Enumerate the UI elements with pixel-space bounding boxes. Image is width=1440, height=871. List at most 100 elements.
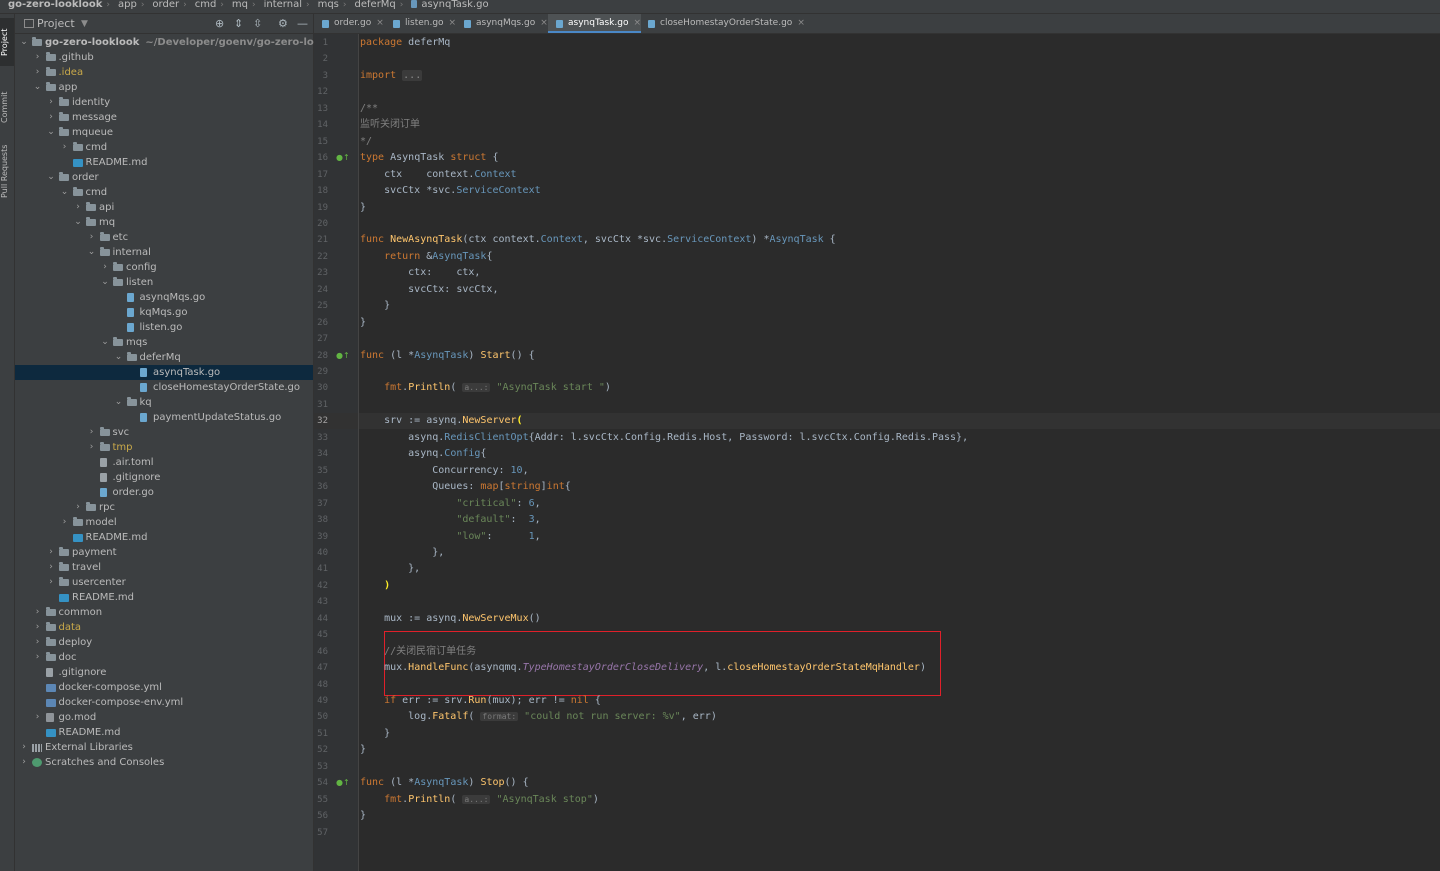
tree-folder[interactable]: › etc xyxy=(15,230,313,245)
implementation-marker-icon[interactable]: ●↑ xyxy=(336,153,350,162)
tree-file[interactable]: .air.toml xyxy=(15,455,313,470)
tree-folder[interactable]: ⌄ order xyxy=(15,170,313,185)
tree-file[interactable]: asynqTask.go xyxy=(15,365,313,380)
chevron-down-icon[interactable]: ⌄ xyxy=(46,170,56,185)
chevron-down-icon[interactable]: ⌄ xyxy=(114,350,124,365)
tree-folder[interactable]: ⌄ app xyxy=(15,80,313,95)
tree-folder[interactable]: ⌄ mqs xyxy=(15,335,313,350)
tree-folder[interactable]: › usercenter xyxy=(15,575,313,590)
chevron-right-icon[interactable]: › xyxy=(60,140,70,155)
chevron-right-icon[interactable]: › xyxy=(33,605,43,620)
tree-file[interactable]: listen.go xyxy=(15,320,313,335)
tree-file[interactable]: README.md xyxy=(15,155,313,170)
chevron-right-icon[interactable]: › xyxy=(73,500,83,515)
tree-file[interactable]: docker-compose-env.yml xyxy=(15,695,313,710)
chevron-down-icon[interactable]: ⌄ xyxy=(87,245,97,260)
tree-file[interactable]: .gitignore xyxy=(15,470,313,485)
breadcrumb-item[interactable]: cmd xyxy=(187,0,221,10)
locate-icon[interactable]: ⊕ xyxy=(215,14,224,33)
chevron-right-icon[interactable]: › xyxy=(87,425,97,440)
hide-panel-icon[interactable]: — xyxy=(297,14,308,33)
chevron-right-icon[interactable]: › xyxy=(33,620,43,635)
project-panel-title[interactable]: Project xyxy=(37,14,75,33)
tree-folder[interactable]: ⌄ cmd xyxy=(15,185,313,200)
breadcrumb-item[interactable]: order xyxy=(144,0,183,10)
implementation-marker-icon[interactable]: ●↑ xyxy=(336,351,350,360)
tree-folder[interactable]: ⌄ kq xyxy=(15,395,313,410)
tree-folder[interactable]: › cmd xyxy=(15,140,313,155)
tree-folder[interactable]: › deploy xyxy=(15,635,313,650)
editor-tab[interactable]: asynqTask.go × xyxy=(548,14,641,33)
tree-file[interactable]: docker-compose.yml xyxy=(15,680,313,695)
tree-file[interactable]: README.md xyxy=(15,530,313,545)
breadcrumb-item[interactable]: mqs xyxy=(310,0,343,10)
tree-folder[interactable]: › config xyxy=(15,260,313,275)
editor-tab[interactable]: closeHomestayOrderState.go × xyxy=(640,14,805,33)
chevron-right-icon[interactable]: › xyxy=(46,560,56,575)
project-tool-tab[interactable]: Project xyxy=(0,18,14,66)
tree-folder[interactable]: ⌄ mq xyxy=(15,215,313,230)
editor-tab[interactable]: listen.go × xyxy=(385,14,456,33)
chevron-right-icon[interactable]: › xyxy=(33,635,43,650)
tree-file[interactable]: README.md xyxy=(15,725,313,740)
chevron-right-icon[interactable]: › xyxy=(46,110,56,125)
collapse-all-icon[interactable]: ⇳ xyxy=(253,14,262,33)
tree-folder[interactable]: ⌄ mqueue xyxy=(15,125,313,140)
chevron-right-icon[interactable]: › xyxy=(46,545,56,560)
chevron-right-icon[interactable]: › xyxy=(46,95,56,110)
tree-file[interactable]: › Scratches and Consoles xyxy=(15,755,313,770)
tree-folder[interactable]: › travel xyxy=(15,560,313,575)
chevron-right-icon[interactable]: › xyxy=(87,230,97,245)
tree-file[interactable]: › go.mod xyxy=(15,710,313,725)
chevron-down-icon[interactable]: ⌄ xyxy=(33,80,43,95)
breadcrumb-item[interactable]: asynqTask.go xyxy=(403,0,492,10)
tree-folder[interactable]: › rpc xyxy=(15,500,313,515)
chevron-right-icon[interactable]: › xyxy=(33,65,43,80)
chevron-right-icon[interactable]: › xyxy=(33,710,43,725)
tree-folder[interactable]: › payment xyxy=(15,545,313,560)
editor-tab[interactable]: asynqMqs.go × xyxy=(456,14,548,33)
tree-folder[interactable]: › .idea xyxy=(15,65,313,80)
tree-file[interactable]: README.md xyxy=(15,590,313,605)
tree-folder[interactable]: › message xyxy=(15,110,313,125)
chevron-right-icon[interactable]: › xyxy=(60,515,70,530)
chevron-right-icon[interactable]: › xyxy=(100,260,110,275)
tree-folder[interactable]: › identity xyxy=(15,95,313,110)
pull-requests-tool-tab[interactable]: Pull Requests xyxy=(0,138,14,204)
close-icon[interactable]: × xyxy=(376,18,384,28)
chevron-right-icon[interactable]: › xyxy=(19,740,29,755)
chevron-down-icon[interactable]: ⌄ xyxy=(46,125,56,140)
tree-folder[interactable]: › common xyxy=(15,605,313,620)
gear-icon[interactable]: ⚙ xyxy=(278,14,288,33)
tree-folder[interactable]: › svc xyxy=(15,425,313,440)
tree-folder[interactable]: › model xyxy=(15,515,313,530)
chevron-down-icon[interactable]: ⌄ xyxy=(73,215,83,230)
tree-folder[interactable]: ⌄ listen xyxy=(15,275,313,290)
breadcrumb-item[interactable]: mq xyxy=(224,0,252,10)
tree-folder[interactable]: ⌄ go-zero-looklook ~/Developer/goenv/go-ze… xyxy=(15,35,351,50)
tree-folder[interactable]: › tmp xyxy=(15,440,313,455)
chevron-down-icon[interactable]: ⌄ xyxy=(114,395,124,410)
chevron-down-icon[interactable]: ⌄ xyxy=(19,35,29,50)
tree-file[interactable]: paymentUpdateStatus.go xyxy=(15,410,313,425)
expand-all-icon[interactable]: ⇕ xyxy=(234,14,243,33)
tree-file[interactable]: order.go xyxy=(15,485,313,500)
chevron-down-icon[interactable]: ⌄ xyxy=(100,275,110,290)
chevron-down-icon[interactable]: ⌄ xyxy=(60,185,70,200)
tree-folder[interactable]: ⌄ internal xyxy=(15,245,313,260)
chevron-right-icon[interactable]: › xyxy=(33,50,43,65)
close-icon[interactable]: × xyxy=(540,18,548,28)
breadcrumb-item[interactable]: internal xyxy=(256,0,306,10)
tree-folder[interactable]: › api xyxy=(15,200,313,215)
tree-file[interactable]: › External Libraries xyxy=(15,740,313,755)
code-editor[interactable]: package deferMq import ... /** 监听关闭订单 */ type… xyxy=(359,34,1440,871)
tree-file[interactable]: closeHomestayOrderState.go xyxy=(15,380,313,395)
chevron-right-icon[interactable]: › xyxy=(46,575,56,590)
chevron-right-icon[interactable]: › xyxy=(73,200,83,215)
tree-folder[interactable]: › doc xyxy=(15,650,313,665)
chevron-right-icon[interactable]: › xyxy=(33,650,43,665)
tree-file[interactable]: .gitignore xyxy=(15,665,313,680)
chevron-right-icon[interactable]: › xyxy=(19,755,29,770)
commit-tool-tab[interactable]: Commit xyxy=(0,80,14,134)
chevron-right-icon[interactable]: › xyxy=(87,440,97,455)
